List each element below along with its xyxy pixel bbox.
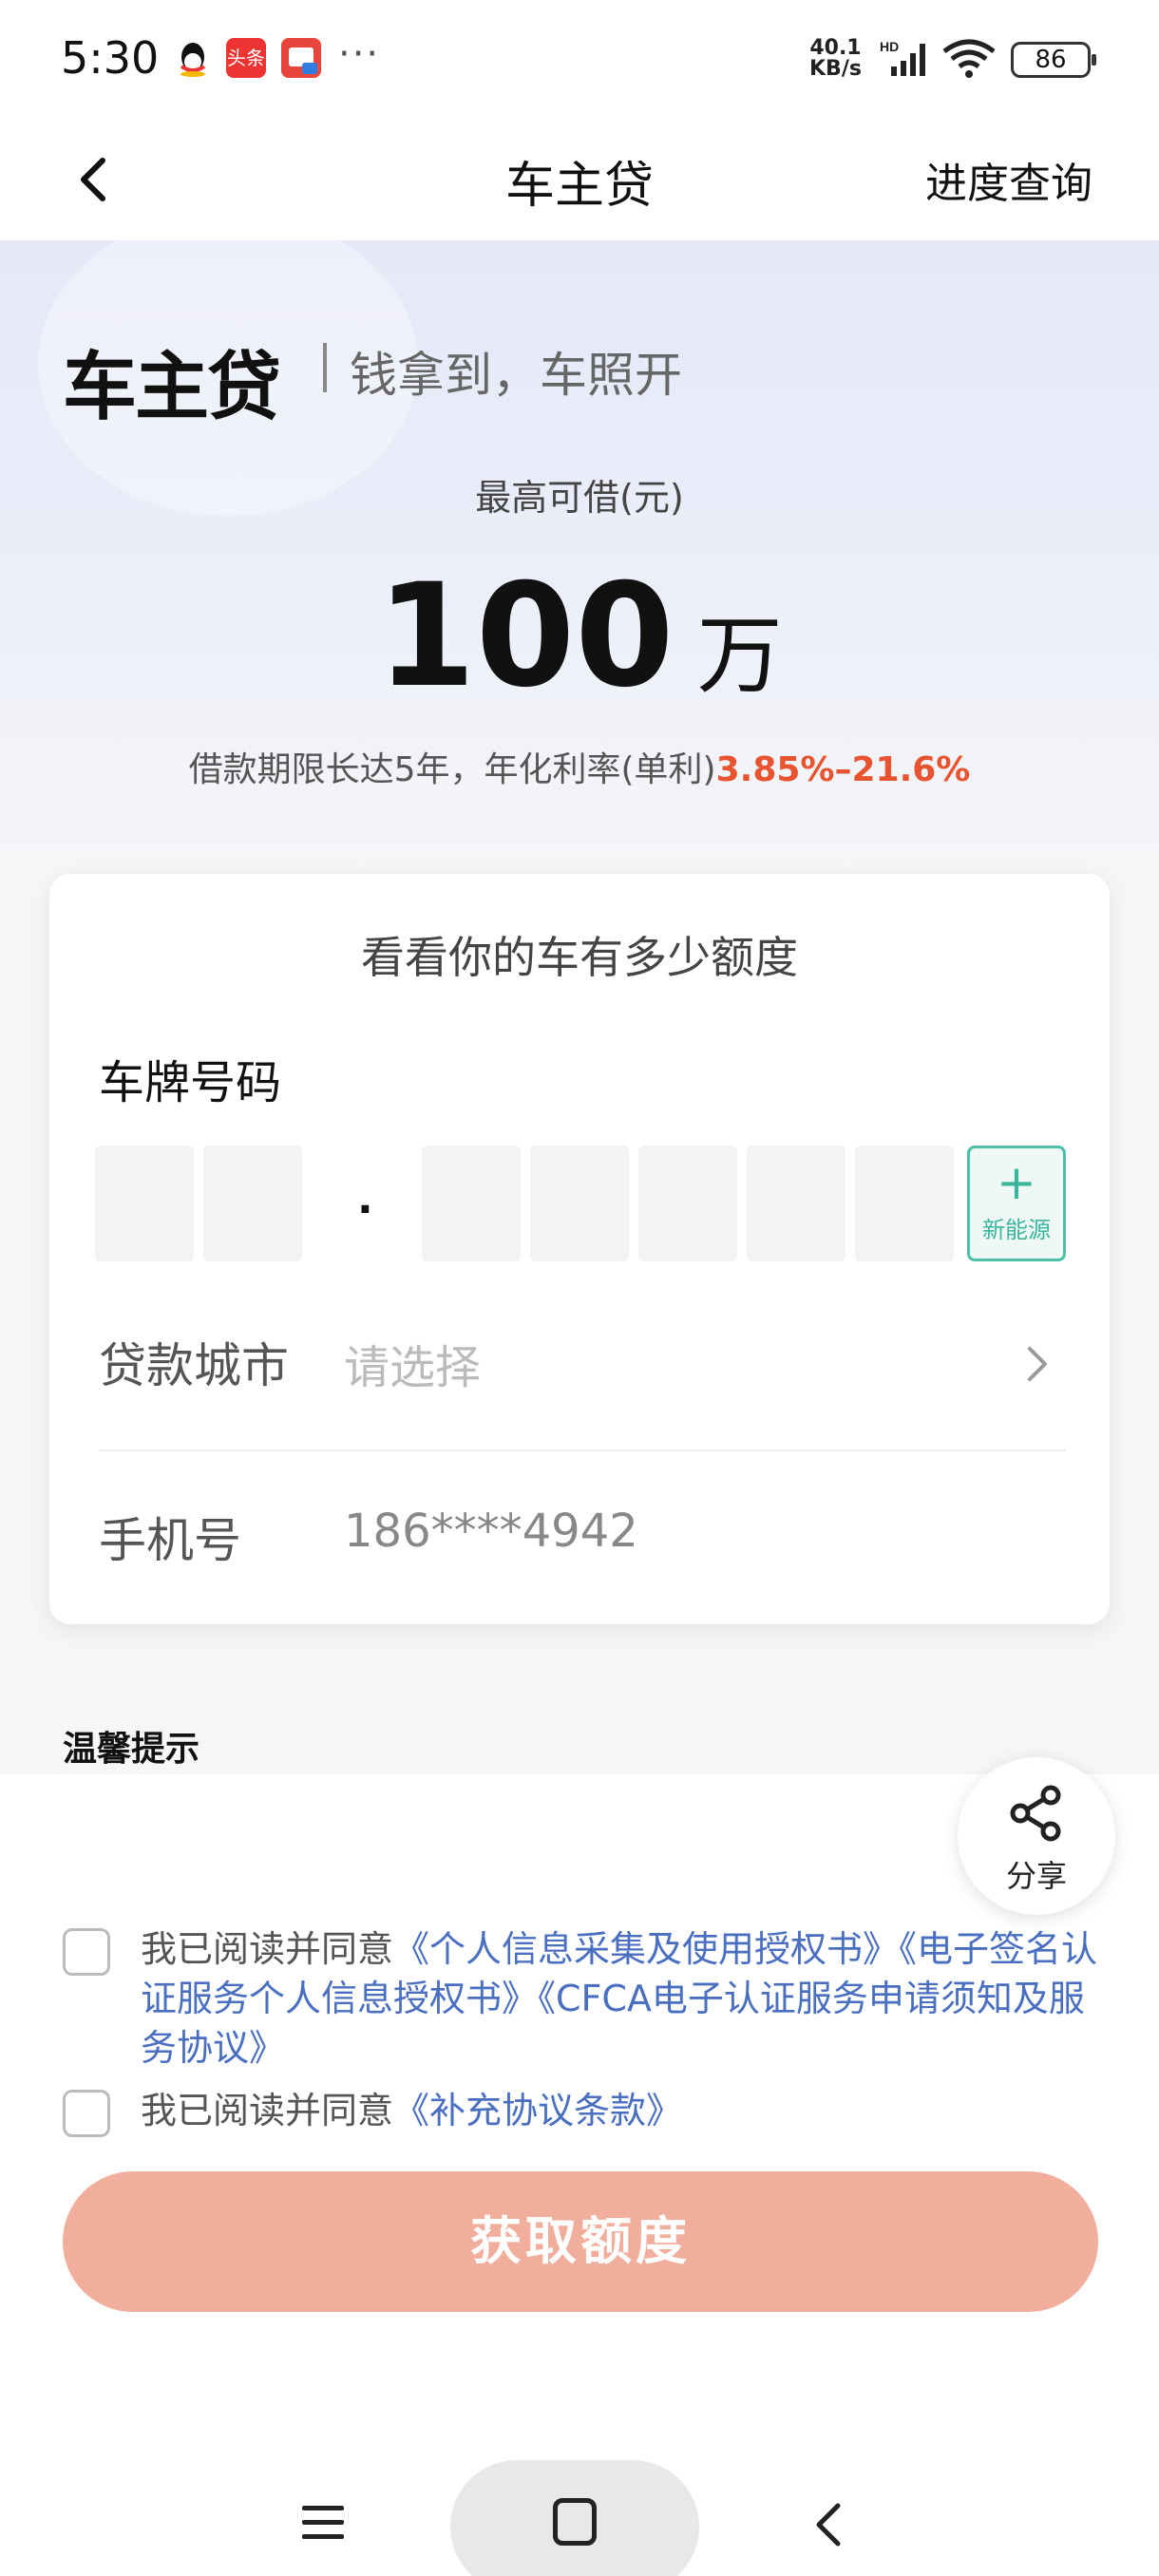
plate-separator: ·	[357, 1185, 373, 1234]
max-loan-amount: 100 万	[0, 554, 1159, 719]
agreement-prefix: 我已阅读并同意	[141, 1928, 394, 1970]
agreement-text-2: 我已阅读并同意《补充协议条款》	[141, 2086, 1098, 2135]
plus-icon: +	[997, 1155, 1036, 1210]
plate-char-2[interactable]	[203, 1146, 302, 1261]
progress-query-button[interactable]: 进度查询	[925, 149, 1092, 210]
link-personal-info-auth[interactable]: 《个人信息采集及使用授权书》	[393, 1928, 899, 1970]
share-button[interactable]: 分享	[958, 1757, 1115, 1915]
agreement-checkbox-1[interactable]	[63, 1928, 110, 1976]
agreement-row-1: 我已阅读并同意《个人信息采集及使用授权书》《电子签名认证服务个人信息授权书》《C…	[63, 1924, 1098, 2073]
net-speed-value: 40.1	[809, 36, 862, 60]
plate-label: 车牌号码	[99, 1056, 282, 1109]
rate-text: 借款期限长达5年，年化利率(单利)	[188, 750, 716, 789]
plate-char-3[interactable]	[422, 1146, 521, 1261]
toutiao-icon: 头条	[226, 38, 266, 78]
agreement-text-1: 我已阅读并同意《个人信息采集及使用授权书》《电子签名认证服务个人信息授权书》《C…	[141, 1924, 1098, 2073]
rate-range: 3.85%–21.6%	[715, 750, 971, 789]
hero-banner: 车主贷 钱拿到，车照开 最高可借(元) 100 万 借款期限长达5年，年化利率(单…	[0, 240, 1159, 874]
link-supplementary-terms[interactable]: 《补充协议条款》	[393, 2090, 682, 2131]
card-title: 看看你的车有多少额度	[361, 932, 798, 983]
rate-info: 借款期限长达5年，年化利率(单利)3.85%–21.6%	[0, 742, 1159, 791]
status-bar: 5:30 头条 ··· 40.1 KB/s HD 86	[0, 0, 1159, 119]
slogan: 钱拿到，车照开	[350, 348, 682, 403]
city-label: 贷款城市	[99, 1338, 289, 1393]
home-icon[interactable]	[553, 2498, 597, 2546]
qq-icon	[173, 38, 213, 78]
brand-divider	[323, 343, 327, 392]
chevron-left-icon	[81, 158, 105, 201]
plate-char-4[interactable]	[530, 1146, 629, 1261]
nav-bar: 车主贷 进度查询	[0, 119, 1159, 240]
status-time: 5:30	[61, 32, 160, 84]
net-speed-unit: KB/s	[809, 57, 862, 81]
network-speed: 40.1 KB/s	[809, 38, 862, 80]
amount-unit: 万	[696, 606, 783, 706]
wifi-icon	[940, 38, 998, 80]
plate-char-1[interactable]	[95, 1146, 194, 1261]
system-nav-bar	[0, 2422, 1159, 2576]
signal-icon: HD	[878, 38, 931, 80]
agreement-prefix: 我已阅读并同意	[141, 2090, 394, 2131]
app-red-icon	[281, 38, 321, 78]
back-button[interactable]	[66, 142, 124, 218]
agreement-row-2: 我已阅读并同意《补充协议条款》	[63, 2086, 1098, 2137]
battery-icon: 86	[1011, 42, 1096, 78]
share-label: 分享	[1005, 1858, 1067, 1894]
divider	[99, 1449, 1066, 1451]
quota-form-card: 看看你的车有多少额度 车牌号码 · + 新能源 贷款城市 请选择 手机号 186…	[49, 874, 1110, 1624]
phone-label: 手机号	[99, 1513, 241, 1568]
new-energy-plate-button[interactable]: + 新能源	[967, 1146, 1066, 1261]
agreement-checkbox-2[interactable]	[63, 2090, 110, 2137]
max-loan-label: 最高可借(元)	[475, 477, 684, 519]
more-notifications-icon: ···	[338, 32, 381, 76]
phone-field[interactable]: 186****4942	[344, 1505, 638, 1558]
plate-char-6[interactable]	[747, 1146, 846, 1261]
share-icon	[1010, 1785, 1061, 1842]
svg-text:HD: HD	[880, 39, 899, 54]
amount-number: 100	[376, 554, 674, 719]
plate-char-7[interactable]	[855, 1146, 954, 1261]
get-quota-button[interactable]: 获取额度	[63, 2171, 1098, 2312]
recent-apps-icon[interactable]	[300, 2502, 346, 2544]
tips-title: 温馨提示	[63, 1730, 200, 1769]
plate-char-5[interactable]	[638, 1146, 737, 1261]
chevron-right-icon[interactable]	[1018, 1335, 1056, 1392]
new-energy-label: 新能源	[982, 1217, 1051, 1243]
city-select[interactable]: 请选择	[344, 1330, 481, 1396]
brand-logo: 车主贷	[63, 345, 281, 430]
system-back-icon[interactable]	[809, 2498, 847, 2551]
